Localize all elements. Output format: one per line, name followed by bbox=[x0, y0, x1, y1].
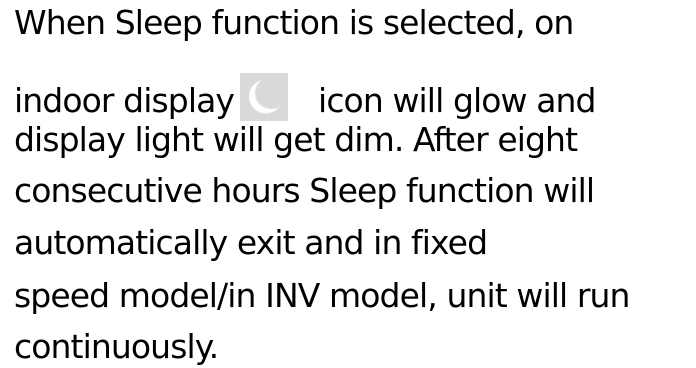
text-line: continuously. bbox=[14, 327, 219, 366]
text-fragment: icon will glow and bbox=[318, 81, 596, 120]
text-fragment: indoor display bbox=[14, 81, 235, 120]
text-line: When Sleep function is selected, on bbox=[14, 3, 574, 42]
moon-icon bbox=[240, 73, 289, 121]
text-line: speed model/in INV model, unit will run bbox=[14, 276, 630, 315]
text-line: automatically exit and in fixed bbox=[14, 223, 488, 262]
text-line: display light will get dim. After eight bbox=[14, 120, 578, 159]
text-line-with-icon: indoor display icon will glow and bbox=[14, 73, 597, 121]
text-line: consecutive hours Sleep function will bbox=[14, 171, 595, 210]
